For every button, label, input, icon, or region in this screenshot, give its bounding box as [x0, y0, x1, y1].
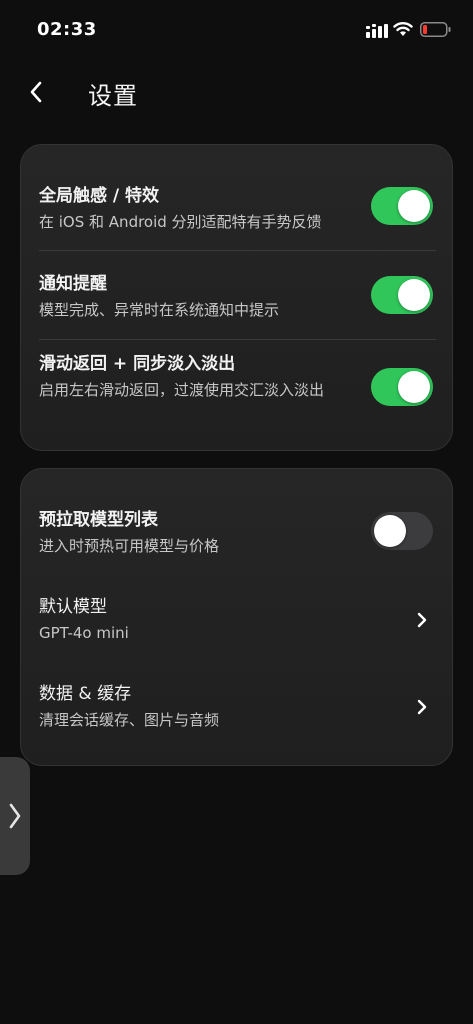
- setting-row-data-cache[interactable]: 数据 & 缓存 清理会话缓存、图片与音频: [39, 683, 436, 731]
- setting-description: 在 iOS 和 Android 分别适配特有手势反馈: [39, 213, 322, 231]
- swipe-back-toggle[interactable]: [371, 368, 433, 406]
- setting-description: 启用左右滑动返回，过渡使用交汇淡入淡出: [39, 381, 325, 399]
- wifi-icon: [393, 22, 413, 36]
- setting-title: 预拉取模型列表: [39, 510, 158, 530]
- setting-row-prefetch: 预拉取模型列表 进入时预热可用模型与价格: [39, 509, 436, 557]
- page-title: 设置: [88, 82, 138, 110]
- chevron-right-icon: [417, 612, 427, 628]
- setting-description: 模型完成、异常时在系统通知中提示: [39, 301, 280, 319]
- setting-title: 全局触感 / 特效: [39, 186, 160, 206]
- settings-card-general: 全局触感 / 特效 在 iOS 和 Android 分别适配特有手势反馈 通知提…: [20, 144, 453, 451]
- setting-row-default-model[interactable]: 默认模型 GPT-4o mini: [39, 596, 436, 644]
- chevron-right-icon: [9, 803, 21, 829]
- setting-row-haptics: 全局触感 / 特效 在 iOS 和 Android 分别适配特有手势反馈: [39, 185, 436, 233]
- setting-title: 滑动返回 + 同步淡入淡出: [39, 354, 236, 374]
- setting-description: 清理会话缓存、图片与音频: [39, 711, 220, 729]
- status-time: 02:33: [37, 19, 97, 40]
- settings-screen: 02:33 设置 全局触感 / 特效 在 iOS 和 Android 分别适配特…: [0, 0, 473, 1024]
- notifications-toggle[interactable]: [371, 276, 433, 314]
- toggle-knob: [374, 515, 406, 547]
- prefetch-toggle[interactable]: [371, 512, 433, 550]
- divider: [39, 339, 436, 340]
- setting-title: 数据 & 缓存: [39, 684, 132, 704]
- setting-title: 通知提醒: [39, 274, 107, 294]
- setting-description: 进入时预热可用模型与价格: [39, 537, 220, 555]
- back-button[interactable]: [18, 74, 54, 110]
- toggle-knob: [398, 190, 430, 222]
- chevron-right-icon: [417, 699, 427, 715]
- setting-row-swipe-back: 滑动返回 + 同步淡入淡出 启用左右滑动返回，过渡使用交汇淡入淡出: [39, 353, 436, 433]
- toggle-knob: [398, 279, 430, 311]
- setting-row-notifications: 通知提醒 模型完成、异常时在系统通知中提示: [39, 273, 436, 321]
- settings-card-models: 预拉取模型列表 进入时预热可用模型与价格 默认模型 GPT-4o mini 数据…: [20, 468, 453, 766]
- nav-bar: 设置: [0, 66, 473, 118]
- chevron-left-icon: [30, 81, 42, 103]
- status-bar: 02:33: [0, 0, 473, 58]
- haptics-toggle[interactable]: [371, 187, 433, 225]
- toggle-knob: [398, 371, 430, 403]
- signal-icon: [366, 24, 388, 38]
- battery-low-icon: [420, 22, 451, 37]
- setting-title: 默认模型: [39, 597, 107, 617]
- side-drawer-handle[interactable]: [0, 757, 30, 875]
- divider: [39, 250, 436, 251]
- default-model-value: GPT-4o mini: [39, 624, 129, 642]
